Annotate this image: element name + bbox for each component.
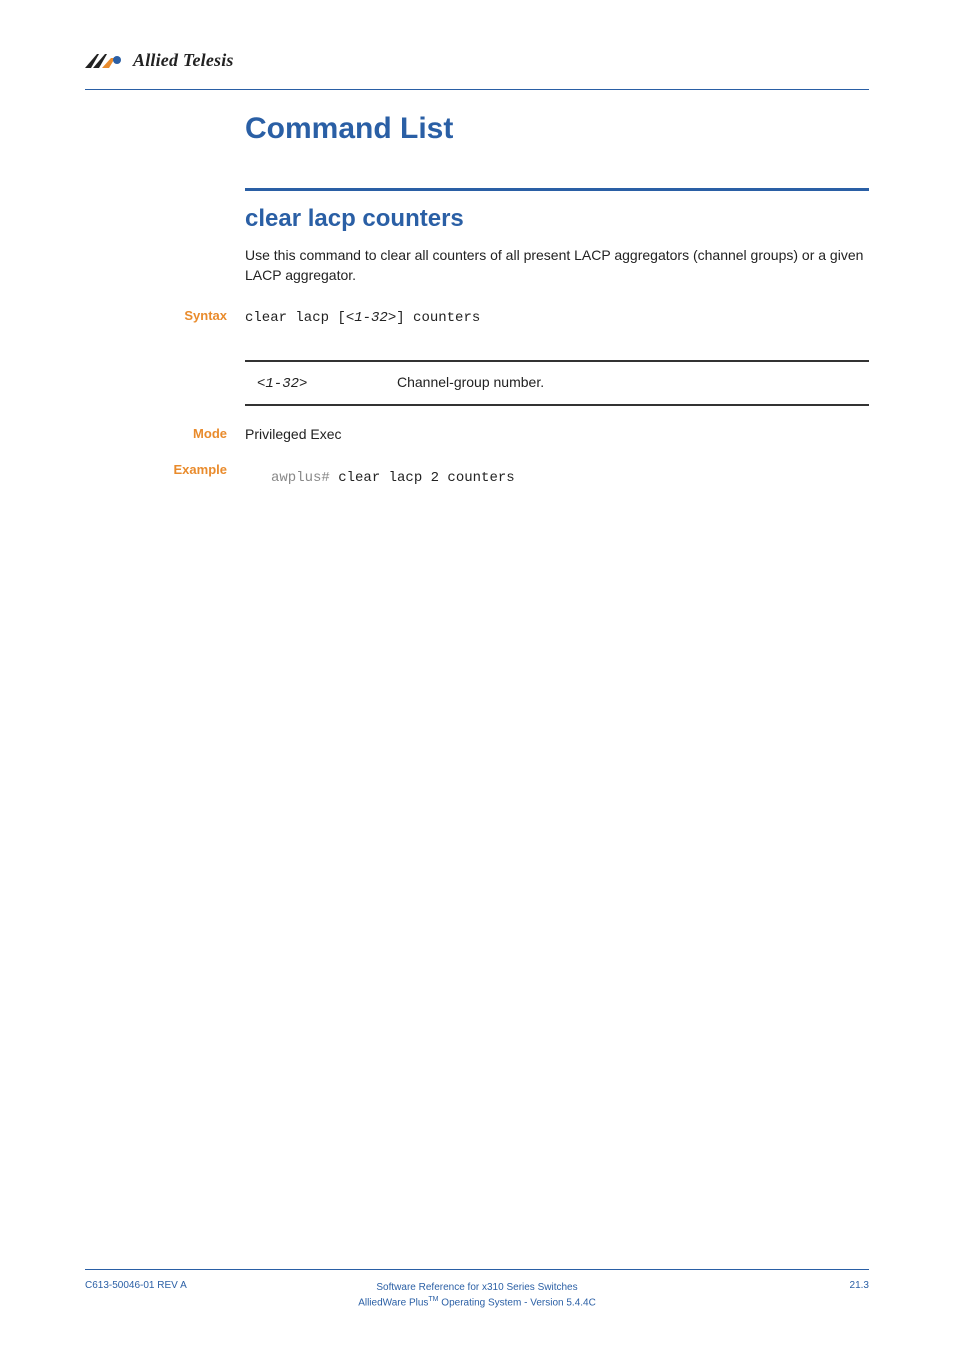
syntax-label: Syntax	[85, 308, 245, 323]
param-row: <1-32> Channel-group number.	[245, 362, 869, 406]
footer-doc-id: C613-50046-01 REV A	[85, 1280, 265, 1291]
page-header: Allied Telesis	[85, 50, 869, 90]
main-content: Command List clear lacp counters Use thi…	[245, 112, 869, 486]
param-key: <1-32>	[257, 376, 397, 392]
command-block: clear lacp counters Use this command to …	[245, 188, 869, 486]
footer-line1: Software Reference for x310 Series Switc…	[265, 1280, 689, 1295]
example-label: Example	[85, 462, 245, 477]
example-value: awplus# clear lacp 2 counters	[245, 462, 869, 486]
syntax-text: clear lacp [<1-32>] counters	[245, 310, 480, 326]
param-table-head	[245, 344, 869, 362]
example-row: Example awplus# clear lacp 2 counters	[245, 462, 869, 486]
footer-line2: AlliedWare PlusTM Operating System - Ver…	[265, 1295, 689, 1310]
mode-value: Privileged Exec	[245, 426, 869, 442]
footer-center: Software Reference for x310 Series Switc…	[265, 1280, 689, 1310]
mode-row: Mode Privileged Exec	[245, 426, 869, 442]
brand-name: Allied Telesis	[133, 50, 234, 71]
page-footer: C613-50046-01 REV A Software Reference f…	[85, 1269, 869, 1310]
param-table: <1-32> Channel-group number.	[245, 344, 869, 406]
command-description: Use this command to clear all counters o…	[245, 245, 869, 286]
example-command: clear lacp 2 counters	[330, 470, 515, 486]
example-prompt: awplus#	[271, 470, 330, 486]
brand-logo: Allied Telesis	[85, 50, 869, 71]
param-desc: Channel-group number.	[397, 374, 544, 390]
example-box: awplus# clear lacp 2 counters	[271, 468, 869, 486]
syntax-row: Syntax clear lacp [<1-32>] counters <1-3…	[245, 308, 869, 406]
mode-label: Mode	[85, 426, 245, 441]
page-title: Command List	[245, 112, 869, 146]
footer-page-number: 21.3	[689, 1280, 869, 1291]
command-heading: clear lacp counters	[245, 205, 869, 233]
allied-telesis-logo-icon	[85, 52, 127, 70]
syntax-value: clear lacp [<1-32>] counters <1-32> Chan…	[245, 308, 869, 406]
